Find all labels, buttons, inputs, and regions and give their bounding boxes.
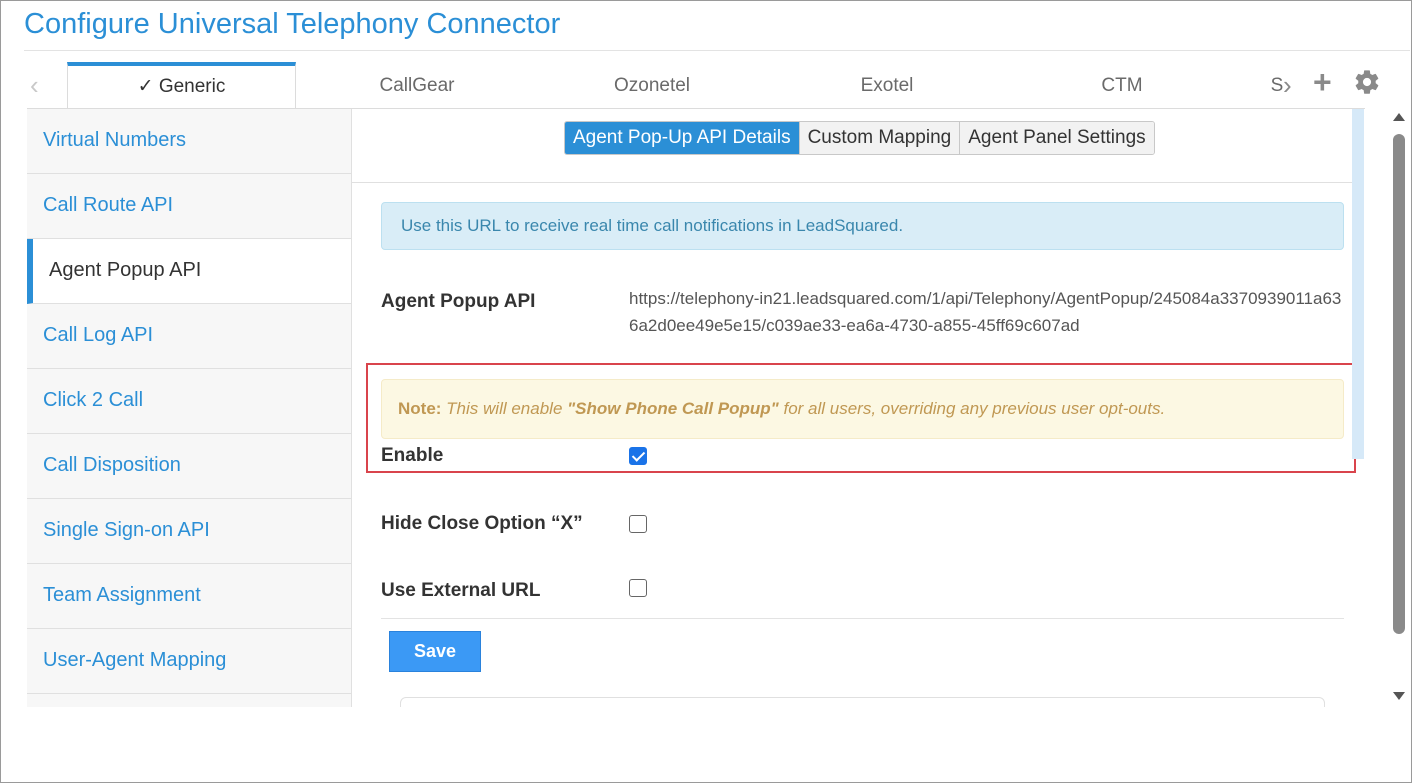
subtab-agent-panel-settings[interactable]: Agent Panel Settings	[959, 122, 1154, 154]
subtabs-divider	[352, 182, 1364, 183]
chevron-left-icon[interactable]: ‹	[30, 70, 39, 101]
sidebar: Virtual Numbers Call Route API Agent Pop…	[27, 109, 352, 707]
save-button[interactable]: Save	[389, 631, 481, 672]
enable-checkbox[interactable]	[629, 447, 647, 465]
plus-icon[interactable]: +	[1313, 66, 1332, 98]
sidebar-item-agent-popup-api[interactable]: Agent Popup API	[27, 239, 351, 304]
note-alert: Note: This will enable "Show Phone Call …	[381, 379, 1344, 439]
tab-ozonetel[interactable]: Ozonetel	[575, 62, 729, 112]
scroll-up-icon[interactable]	[1393, 113, 1405, 121]
inner-scroll-track[interactable]	[1352, 109, 1364, 459]
sidebar-item-call-route-api[interactable]: Call Route API	[27, 174, 351, 239]
sidebar-item-virtual-numbers[interactable]: Virtual Numbers	[27, 109, 351, 174]
agent-popup-api-label: Agent Popup API	[381, 291, 536, 312]
external-url-label: Use External URL	[381, 580, 541, 601]
hide-close-checkbox[interactable]	[629, 515, 647, 533]
subtab-group: Agent Pop-Up API Details Custom Mapping …	[564, 121, 1155, 155]
chevron-right-icon[interactable]: ›	[1283, 70, 1292, 101]
note-prefix: Note:	[398, 399, 442, 418]
tab-partial[interactable]: S	[1270, 62, 1284, 112]
agent-popup-api-url[interactable]: https://telephony-in21.leadsquared.com/1…	[629, 285, 1349, 339]
hide-close-label: Hide Close Option “X”	[381, 513, 583, 534]
sidebar-item-user-agent-mapping[interactable]: User-Agent Mapping	[27, 629, 351, 694]
page-title: Configure Universal Telephony Connector	[24, 8, 561, 40]
note-text-after: for all users, overriding any previous u…	[778, 399, 1166, 418]
page-scrollbar[interactable]	[1390, 109, 1408, 707]
subtab-agent-popup-details[interactable]: Agent Pop-Up API Details	[565, 122, 799, 154]
sidebar-item-call-log-api[interactable]: Call Log API	[27, 304, 351, 369]
external-url-checkbox[interactable]	[629, 579, 647, 597]
note-text-before: This will enable	[441, 399, 568, 418]
sidebar-item-team-assignment[interactable]: Team Assignment	[27, 564, 351, 629]
tab-generic[interactable]: ✓ Generic	[67, 62, 296, 112]
lower-panel	[400, 697, 1325, 707]
sidebar-item-call-disposition[interactable]: Call Disposition	[27, 434, 351, 499]
form-divider	[381, 618, 1344, 619]
sidebar-item-click-2-call[interactable]: Click 2 Call	[27, 369, 351, 434]
title-divider	[24, 50, 1410, 51]
enable-label: Enable	[381, 445, 444, 466]
tab-ctm[interactable]: CTM	[1045, 62, 1199, 112]
tab-exotel[interactable]: Exotel	[810, 62, 964, 112]
scrollbar-thumb[interactable]	[1393, 134, 1405, 634]
main-panel: Agent Pop-Up API Details Custom Mapping …	[352, 109, 1364, 707]
subtab-custom-mapping[interactable]: Custom Mapping	[798, 122, 960, 154]
scroll-down-icon[interactable]	[1393, 692, 1405, 700]
sidebar-item-single-sign-on-api[interactable]: Single Sign-on API	[27, 499, 351, 564]
gear-icon[interactable]	[1353, 68, 1381, 96]
note-emphasis: "Show Phone Call Popup"	[567, 399, 779, 418]
tab-callgear[interactable]: CallGear	[340, 62, 494, 112]
connector-tabs: ‹ ✓ Generic CallGear Ozonetel Exotel CTM…	[0, 58, 1412, 112]
info-alert: Use this URL to receive real time call n…	[381, 202, 1344, 250]
